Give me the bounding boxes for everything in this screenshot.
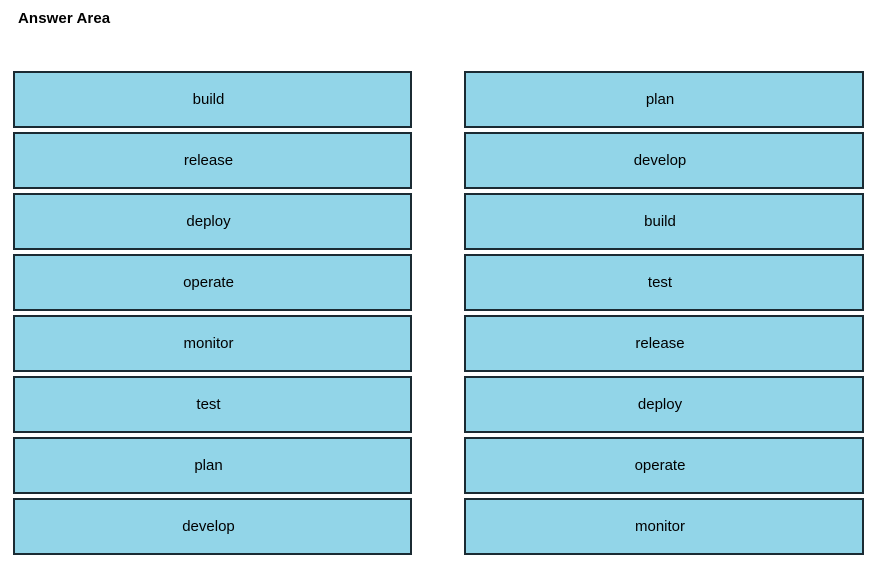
- option-label: operate: [183, 274, 234, 291]
- option-label: release: [183, 152, 234, 169]
- answer-options-right-column: plan develop build test release deploy o…: [464, 71, 864, 555]
- option-box[interactable]: operate: [464, 437, 864, 494]
- option-label: deploy: [637, 396, 683, 413]
- option-box[interactable]: plan: [464, 71, 864, 128]
- option-label: test: [196, 396, 221, 413]
- option-label: release: [635, 335, 685, 352]
- option-label: monitor: [634, 518, 686, 535]
- option-label: develop: [633, 152, 687, 169]
- option-label: monitor: [183, 335, 234, 352]
- option-box[interactable]: build: [13, 71, 412, 128]
- option-box[interactable]: monitor: [13, 315, 412, 372]
- option-box[interactable]: release: [13, 132, 412, 189]
- option-box[interactable]: deploy: [13, 193, 412, 250]
- answer-area: build release deploy operate monitor tes…: [0, 71, 882, 571]
- page-title: Answer Area: [18, 10, 111, 27]
- option-box[interactable]: test: [13, 376, 412, 433]
- option-label: plan: [194, 457, 223, 474]
- option-box[interactable]: operate: [13, 254, 412, 311]
- option-box[interactable]: deploy: [464, 376, 864, 433]
- option-box[interactable]: build: [464, 193, 864, 250]
- option-label: build: [192, 91, 225, 108]
- option-box[interactable]: develop: [13, 498, 412, 555]
- option-box[interactable]: monitor: [464, 498, 864, 555]
- option-box[interactable]: release: [464, 315, 864, 372]
- option-label: test: [647, 274, 673, 291]
- option-box[interactable]: plan: [13, 437, 412, 494]
- option-label: plan: [645, 91, 675, 108]
- option-box[interactable]: test: [464, 254, 864, 311]
- option-label: build: [644, 213, 676, 230]
- option-label: operate: [634, 457, 686, 474]
- option-box[interactable]: develop: [464, 132, 864, 189]
- option-label: develop: [182, 518, 235, 535]
- answer-options-left-column: build release deploy operate monitor tes…: [13, 71, 412, 555]
- option-label: deploy: [186, 213, 231, 230]
